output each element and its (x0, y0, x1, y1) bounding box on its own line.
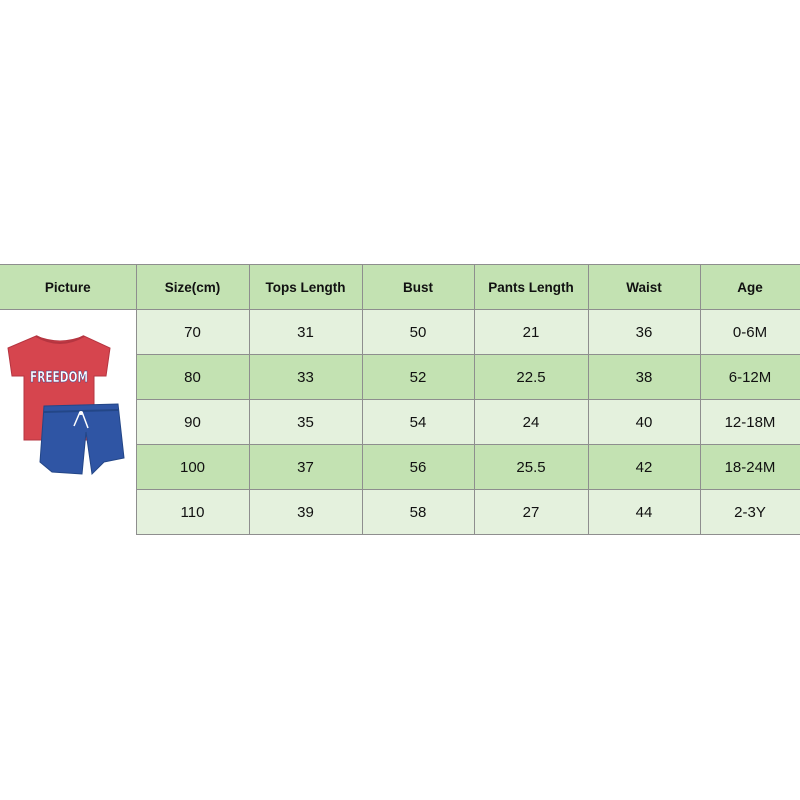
cell-pants-length: 24 (473, 399, 589, 445)
cell-tops-length: 35 (248, 399, 363, 445)
cell-size: 80 (135, 354, 250, 400)
header-pants-length: Pants Length (473, 264, 589, 310)
header-bust: Bust (361, 264, 475, 310)
cell-bust: 50 (361, 309, 475, 355)
picture-cell: FREEDOM (0, 309, 137, 535)
cell-age: 18-24M (699, 444, 800, 490)
cell-bust: 58 (361, 489, 475, 535)
table-row: FREEDOM 70 31 50 21 36 0-6M (0, 309, 800, 535)
cell-tops-length: 37 (248, 444, 363, 490)
header-size: Size(cm) (135, 264, 250, 310)
cell-waist: 36 (587, 309, 701, 355)
header-tops-length: Tops Length (248, 264, 363, 310)
shirt-print-text: FREEDOM (30, 368, 88, 386)
cell-size: 70 (135, 309, 250, 355)
header-picture: Picture (0, 264, 137, 310)
cell-bust: 52 (361, 354, 475, 400)
cell-age: 2-3Y (699, 489, 800, 535)
cell-bust: 54 (361, 399, 475, 445)
cell-waist: 40 (587, 399, 701, 445)
header-row: Picture Size(cm) Tops Length Bust Pants … (0, 264, 800, 310)
cell-waist: 38 (587, 354, 701, 400)
cell-pants-length: 22.5 (473, 354, 589, 400)
outfit-picture: FREEDOM (7, 335, 125, 476)
cell-pants-length: 25.5 (473, 444, 589, 490)
cell-pants-length: 21 (473, 309, 589, 355)
cell-size: 110 (135, 489, 250, 535)
header-waist: Waist (587, 264, 701, 310)
cell-waist: 42 (587, 444, 701, 490)
cell-age: 12-18M (699, 399, 800, 445)
cell-waist: 44 (587, 489, 701, 535)
cell-tops-length: 33 (248, 354, 363, 400)
cell-tops-length: 31 (248, 309, 363, 355)
cell-size: 100 (135, 444, 250, 490)
cell-age: 0-6M (699, 309, 800, 355)
cell-tops-length: 39 (248, 489, 363, 535)
cell-age: 6-12M (699, 354, 800, 400)
cell-size: 90 (135, 399, 250, 445)
shorts-image (39, 403, 125, 476)
cell-bust: 56 (361, 444, 475, 490)
cell-pants-length: 27 (473, 489, 589, 535)
header-age: Age (699, 264, 800, 310)
size-chart-table: Picture Size(cm) Tops Length Bust Pants … (0, 264, 800, 535)
